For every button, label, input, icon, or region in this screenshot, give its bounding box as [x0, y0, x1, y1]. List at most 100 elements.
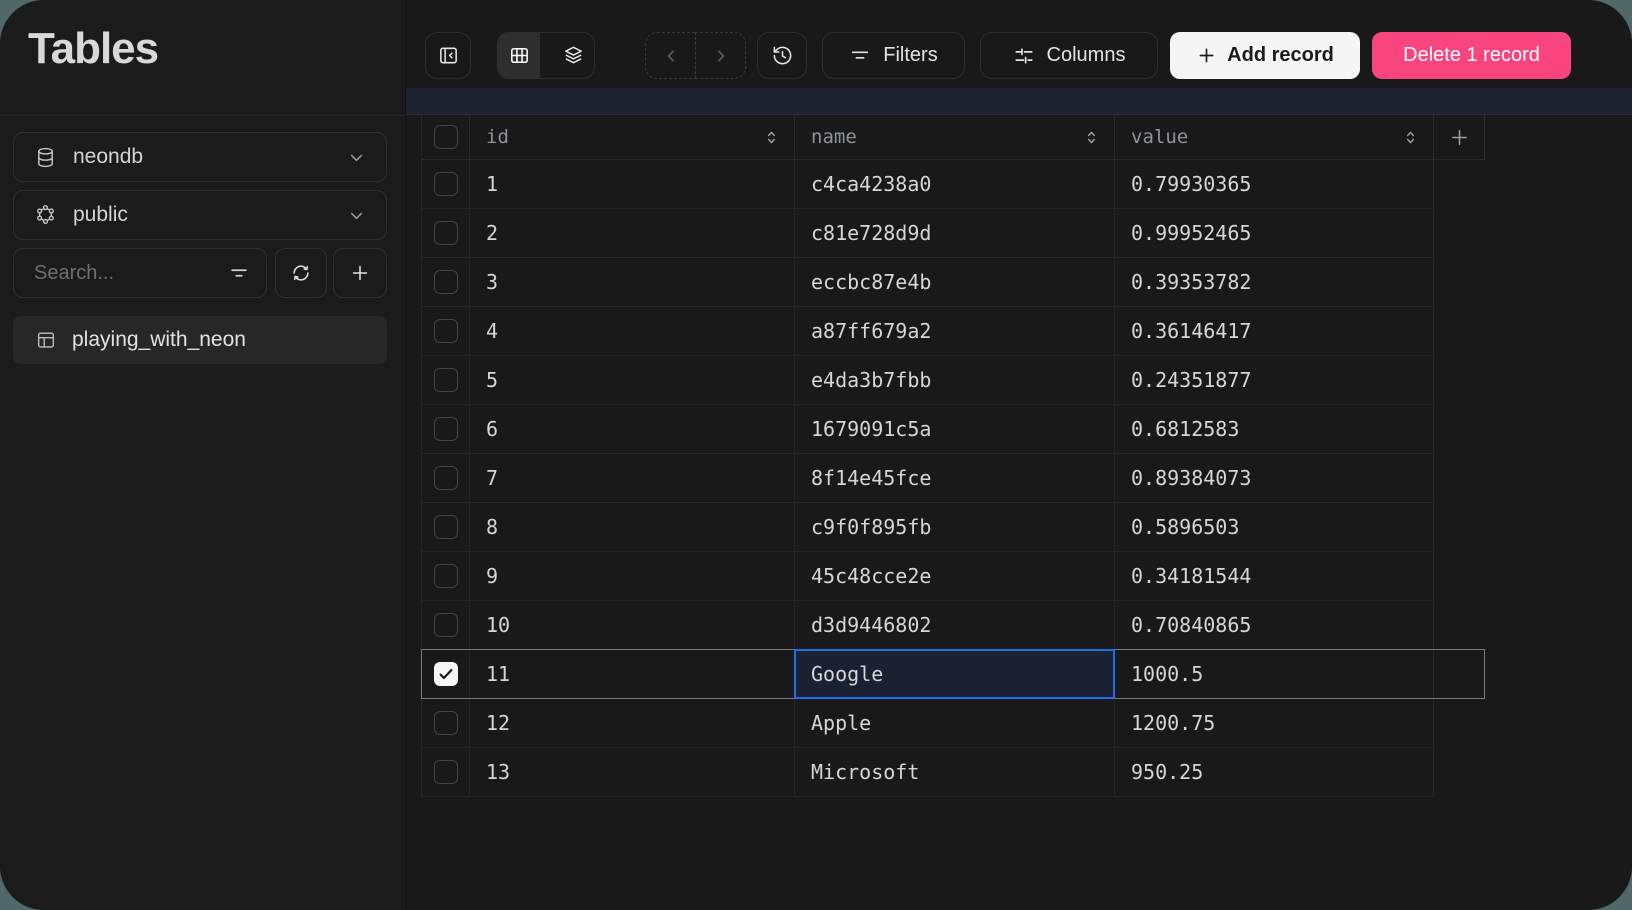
- history-button[interactable]: [757, 32, 807, 79]
- row-checkbox[interactable]: [434, 319, 458, 343]
- filters-button[interactable]: Filters: [822, 32, 965, 79]
- row-checkbox[interactable]: [434, 466, 458, 490]
- search-input[interactable]: [34, 262, 228, 285]
- table-cell-value[interactable]: 0.70840865: [1115, 601, 1434, 650]
- row-checkbox[interactable]: [434, 515, 458, 539]
- delete-record-button[interactable]: Delete 1 record: [1372, 32, 1571, 79]
- table-cell-name[interactable]: 8f14e45fce: [795, 454, 1115, 503]
- table-cell-id[interactable]: 8: [470, 503, 795, 552]
- table-cell-value[interactable]: 950.25: [1115, 748, 1434, 797]
- column-header-value[interactable]: value: [1115, 115, 1434, 160]
- column-header-id[interactable]: id: [470, 115, 795, 160]
- row-checkbox[interactable]: [434, 613, 458, 637]
- table-cell-value[interactable]: 0.5896503: [1115, 503, 1434, 552]
- filter-lines-icon: [849, 45, 871, 67]
- table-cell-id[interactable]: 2: [470, 209, 795, 258]
- row-checkbox[interactable]: [434, 711, 458, 735]
- row-checkbox-cell[interactable]: [422, 552, 470, 601]
- data-table: id name value: [421, 115, 1485, 797]
- row-checkbox-cell[interactable]: [422, 258, 470, 307]
- add-table-button[interactable]: [333, 248, 387, 298]
- row-checkbox-cell[interactable]: [422, 503, 470, 552]
- table-cell-value[interactable]: 0.36146417: [1115, 307, 1434, 356]
- table-cell-value[interactable]: 0.6812583: [1115, 405, 1434, 454]
- prev-page-button[interactable]: [645, 32, 696, 79]
- row-checkbox[interactable]: [434, 417, 458, 441]
- filter-lines-icon[interactable]: [228, 262, 250, 284]
- sort-icon[interactable]: [1402, 129, 1419, 146]
- table-cell-id[interactable]: 7: [470, 454, 795, 503]
- stack-view-button[interactable]: [552, 33, 594, 78]
- columns-button[interactable]: Columns: [980, 32, 1158, 79]
- table-cell-name[interactable]: Google: [795, 650, 1115, 699]
- row-checkbox[interactable]: [434, 172, 458, 196]
- table-cell-value[interactable]: 0.99952465: [1115, 209, 1434, 258]
- row-checkbox-cell[interactable]: [422, 209, 470, 258]
- row-checkbox-cell[interactable]: [422, 160, 470, 209]
- row-checkbox[interactable]: [434, 564, 458, 588]
- table-icon: [35, 329, 57, 351]
- table-cell-value[interactable]: 0.79930365: [1115, 160, 1434, 209]
- table-cell-name[interactable]: Microsoft: [795, 748, 1115, 797]
- table-cell-id[interactable]: 4: [470, 307, 795, 356]
- table-cell-id[interactable]: 3: [470, 258, 795, 307]
- sort-icon[interactable]: [763, 129, 780, 146]
- refresh-button[interactable]: [275, 248, 327, 298]
- table-cell-name[interactable]: eccbc87e4b: [795, 258, 1115, 307]
- table-cell-value[interactable]: 1200.75: [1115, 699, 1434, 748]
- table-cell-id[interactable]: 13: [470, 748, 795, 797]
- plus-icon: [1448, 126, 1471, 149]
- select-all-cell: [422, 115, 470, 160]
- table-row: 10d3d94468020.70840865: [422, 601, 1485, 650]
- schema-select[interactable]: public: [13, 190, 387, 240]
- table-cell-name[interactable]: d3d9446802: [795, 601, 1115, 650]
- row-checkbox-cell[interactable]: [422, 454, 470, 503]
- row-checkbox-cell[interactable]: [422, 601, 470, 650]
- grid-view-button[interactable]: [498, 33, 540, 78]
- next-page-button[interactable]: [695, 32, 746, 79]
- main-panel: Filters Columns Add record Delete 1 reco…: [406, 0, 1632, 910]
- table-cell-id[interactable]: 6: [470, 405, 795, 454]
- table-cell-id[interactable]: 9: [470, 552, 795, 601]
- table-cell-name[interactable]: e4da3b7fbb: [795, 356, 1115, 405]
- row-checkbox-cell[interactable]: [422, 748, 470, 797]
- select-all-checkbox[interactable]: [434, 125, 458, 149]
- view-mode-switch: [497, 32, 595, 79]
- table-cell-name[interactable]: Apple: [795, 699, 1115, 748]
- table-cell-name[interactable]: c4ca4238a0: [795, 160, 1115, 209]
- table-cell-name[interactable]: c81e728d9d: [795, 209, 1115, 258]
- app-window: Tables neondb: [0, 0, 1632, 910]
- row-checkbox[interactable]: [434, 662, 458, 686]
- add-record-button[interactable]: Add record: [1170, 32, 1360, 79]
- table-cell-value[interactable]: 0.89384073: [1115, 454, 1434, 503]
- table-cell-id[interactable]: 5: [470, 356, 795, 405]
- table-row: 2c81e728d9d0.99952465: [422, 209, 1485, 258]
- sort-icon[interactable]: [1083, 129, 1100, 146]
- row-checkbox-cell[interactable]: [422, 650, 470, 699]
- table-cell-name[interactable]: 45c48cce2e: [795, 552, 1115, 601]
- table-cell-id[interactable]: 12: [470, 699, 795, 748]
- column-header-name[interactable]: name: [795, 115, 1115, 160]
- database-select[interactable]: neondb: [13, 132, 387, 182]
- row-checkbox-cell[interactable]: [422, 307, 470, 356]
- table-cell-name[interactable]: c9f0f895fb: [795, 503, 1115, 552]
- table-cell-value[interactable]: 0.39353782: [1115, 258, 1434, 307]
- table-cell-id[interactable]: 10: [470, 601, 795, 650]
- table-cell-value[interactable]: 0.34181544: [1115, 552, 1434, 601]
- row-checkbox-cell[interactable]: [422, 699, 470, 748]
- sidebar-table-item[interactable]: playing_with_neon: [13, 316, 387, 364]
- add-column-button[interactable]: [1434, 115, 1485, 160]
- table-cell-name[interactable]: a87ff679a2: [795, 307, 1115, 356]
- table-cell-value[interactable]: 0.24351877: [1115, 356, 1434, 405]
- row-checkbox[interactable]: [434, 221, 458, 245]
- table-cell-value[interactable]: 1000.5: [1115, 650, 1434, 699]
- row-checkbox-cell[interactable]: [422, 356, 470, 405]
- toggle-sidebar-button[interactable]: [425, 32, 471, 79]
- table-cell-id[interactable]: 1: [470, 160, 795, 209]
- row-checkbox[interactable]: [434, 368, 458, 392]
- table-cell-name[interactable]: 1679091c5a: [795, 405, 1115, 454]
- row-checkbox-cell[interactable]: [422, 405, 470, 454]
- row-checkbox[interactable]: [434, 270, 458, 294]
- row-checkbox[interactable]: [434, 760, 458, 784]
- table-cell-id[interactable]: 11: [470, 650, 795, 699]
